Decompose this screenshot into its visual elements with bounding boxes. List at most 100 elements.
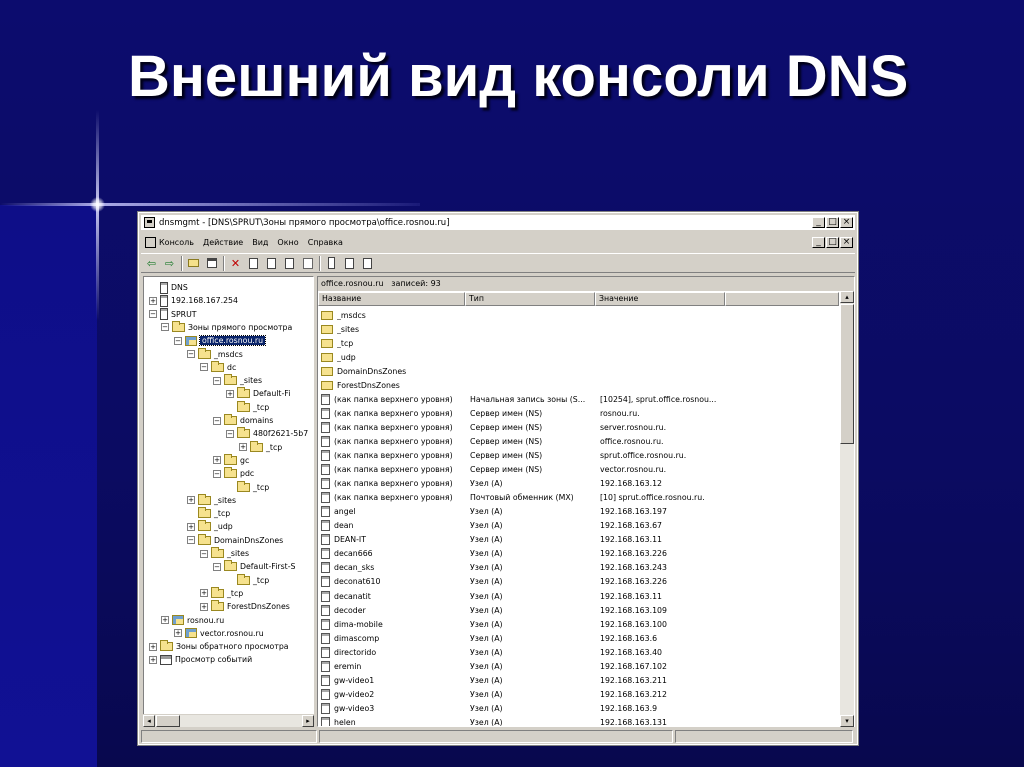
export-list-button[interactable] — [282, 256, 297, 270]
forward-button[interactable]: ⇨ — [162, 256, 177, 270]
tree-node[interactable]: − Default-First-S — [213, 560, 295, 573]
scroll-thumb[interactable] — [840, 304, 854, 444]
collapse-icon[interactable]: − — [149, 310, 157, 319]
up-folder-button[interactable] — [186, 256, 201, 270]
tree-node[interactable]: _tcp — [226, 573, 269, 587]
scroll-thumb[interactable] — [156, 715, 180, 727]
collapse-icon[interactable]: − — [213, 562, 221, 571]
expand-icon[interactable]: + — [149, 296, 157, 305]
tree-node[interactable]: − SPRUT — [149, 308, 197, 321]
scroll-up-arrow-icon[interactable]: ▴ — [840, 291, 854, 303]
maximize-button[interactable]: □ — [826, 217, 839, 228]
child-close-button[interactable]: × — [840, 237, 853, 248]
record-row[interactable]: decan_sks Узел (A) 192.168.163.243 — [318, 561, 839, 575]
tree-node[interactable]: + _udp — [187, 520, 233, 533]
back-button[interactable]: ⇦ — [144, 256, 159, 270]
record-row[interactable]: dimascomp Узел (A) 192.168.163.6 — [318, 631, 839, 645]
record-row[interactable]: gw-video3 Узел (A) 192.168.163.9 — [318, 701, 839, 715]
record-row[interactable]: _udp — [318, 350, 839, 364]
tree-node[interactable]: _tcp — [226, 480, 269, 494]
tree-node[interactable]: DNS — [149, 281, 188, 294]
record-row[interactable]: DomainDnsZones — [318, 364, 839, 378]
tree-node[interactable]: − _msdcs — [187, 347, 243, 361]
tree-node[interactable]: + _tcp — [200, 586, 243, 600]
tree-node[interactable]: + _tcp — [239, 440, 282, 454]
record-row[interactable]: angel Узел (A) 192.168.163.197 — [318, 505, 839, 519]
collapse-icon[interactable]: − — [187, 350, 195, 358]
new-record-button[interactable] — [342, 256, 357, 270]
expand-icon[interactable]: + — [187, 522, 195, 531]
record-row[interactable]: (как папка верхнего уровня) Сервер имен (… — [318, 420, 839, 434]
tree-node[interactable]: + ForestDnsZones — [200, 600, 290, 613]
tree-node[interactable]: − dc — [200, 360, 236, 374]
tree-node[interactable]: _tcp — [187, 507, 230, 520]
tree-horizontal-scrollbar[interactable]: ◂ ▸ — [143, 714, 314, 727]
new-alias-button[interactable] — [360, 256, 375, 270]
collapse-icon[interactable]: − — [226, 429, 234, 438]
record-row[interactable]: decoder Узел (A) 192.168.163.109 — [318, 603, 839, 617]
record-row[interactable]: gw-video2 Узел (A) 192.168.163.212 — [318, 687, 839, 701]
record-row[interactable]: eremin Узел (A) 192.168.167.102 — [318, 659, 839, 673]
record-row[interactable]: (как папка верхнего уровня) Сервер имен (… — [318, 434, 839, 448]
menu-window[interactable]: Окно — [277, 238, 298, 247]
tree-node[interactable]: + Просмотр событий — [149, 653, 252, 666]
expand-icon[interactable]: + — [226, 389, 234, 398]
expand-icon[interactable]: + — [213, 456, 221, 465]
record-row[interactable]: (как папка верхнего уровня) Сервер имен (… — [318, 406, 839, 420]
record-row[interactable]: (как папка верхнего уровня) Почтовый обме… — [318, 491, 839, 505]
record-row[interactable]: (как папка верхнего уровня) Узел (A) 192.1… — [318, 477, 839, 491]
mmc-document-icon[interactable] — [145, 236, 156, 248]
tree-node[interactable]: − 480f2621-5b7 — [226, 427, 308, 440]
expand-icon[interactable]: + — [187, 496, 195, 505]
record-row[interactable]: directorido Узел (A) 192.168.163.40 — [318, 645, 839, 659]
column-header-name[interactable]: Название — [318, 292, 465, 306]
expand-icon[interactable]: + — [149, 642, 157, 651]
record-row[interactable]: _tcp — [318, 336, 839, 350]
window-titlebar[interactable]: dnsmgmt - [DNS\SPRUT\Зоны прямого просмо… — [141, 215, 855, 230]
expand-icon[interactable]: + — [200, 602, 208, 611]
column-header-value[interactable]: Значение — [595, 292, 725, 306]
tree-node[interactable]: − office.rosnou.ru — [174, 334, 267, 347]
menu-console[interactable]: Консоль — [159, 238, 194, 247]
collapse-icon[interactable]: − — [174, 336, 182, 345]
tree-node[interactable]: − DomainDnsZones — [187, 533, 283, 547]
tree-node[interactable]: + _sites — [187, 493, 236, 507]
record-row[interactable]: ForestDnsZones — [318, 378, 839, 392]
menu-help[interactable]: Справка — [308, 238, 343, 247]
tree-node[interactable]: − _sites — [200, 547, 249, 560]
properties-button[interactable] — [246, 256, 261, 270]
record-row[interactable]: (как папка верхнего уровня) Сервер имен (… — [318, 463, 839, 477]
expand-icon[interactable]: + — [161, 616, 169, 624]
help-button[interactable] — [300, 256, 315, 270]
collapse-icon[interactable]: − — [187, 536, 195, 545]
collapse-icon[interactable]: − — [200, 363, 208, 372]
minimize-button[interactable]: _ — [812, 217, 825, 228]
records-vertical-scrollbar[interactable]: ▴ ▾ — [840, 291, 854, 727]
tree-node[interactable]: − pdc — [213, 467, 254, 480]
tree-node[interactable]: + Зоны обратного просмотра — [149, 640, 289, 653]
collapse-icon[interactable]: − — [161, 323, 169, 332]
record-row[interactable]: decanatit Узел (A) 192.168.163.11 — [318, 589, 839, 603]
menu-view[interactable]: Вид — [252, 238, 268, 247]
collapse-icon[interactable]: − — [200, 549, 208, 558]
tree-node[interactable]: − _sites — [213, 374, 262, 387]
server-button[interactable] — [324, 256, 339, 270]
record-row[interactable]: (как папка верхнего уровня) Сервер имен (… — [318, 449, 839, 463]
expand-icon[interactable]: + — [174, 629, 182, 638]
scroll-left-arrow-icon[interactable]: ◂ — [143, 715, 155, 727]
tree-node[interactable]: + gc — [213, 453, 249, 467]
record-row[interactable]: DEAN-IT Узел (A) 192.168.163.11 — [318, 533, 839, 547]
child-restore-button[interactable]: □ — [826, 237, 839, 248]
refresh-button[interactable] — [264, 256, 279, 270]
delete-button[interactable]: ✕ — [228, 256, 243, 270]
record-row[interactable]: dean Узел (A) 192.168.163.67 — [318, 519, 839, 533]
menu-action[interactable]: Действие — [203, 238, 243, 247]
expand-icon[interactable]: + — [149, 655, 157, 664]
close-button[interactable]: × — [840, 217, 853, 228]
scroll-right-arrow-icon[interactable]: ▸ — [302, 715, 314, 727]
tree-node[interactable]: + rosnou.ru — [161, 614, 224, 627]
show-hide-tree-button[interactable] — [204, 256, 219, 270]
collapse-icon[interactable]: − — [213, 469, 221, 478]
expand-icon[interactable]: + — [200, 589, 208, 598]
tree-node[interactable]: + vector.rosnou.ru — [174, 627, 264, 640]
